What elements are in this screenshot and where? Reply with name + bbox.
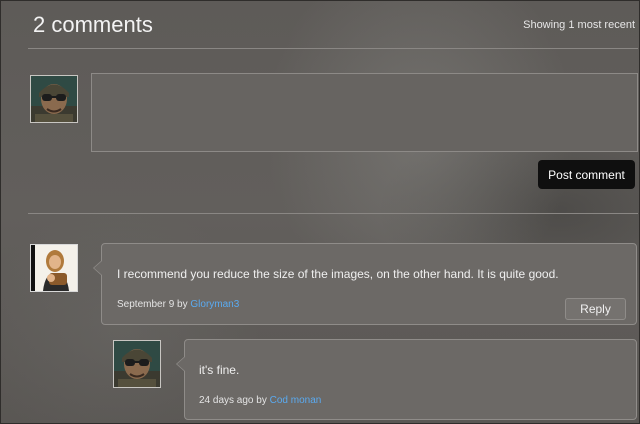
post-comment-button[interactable]: Post comment xyxy=(538,160,635,189)
soldier-with-goggles-avatar-icon xyxy=(114,341,160,387)
soldier-with-goggles-avatar-icon xyxy=(31,76,77,122)
comment-author-link[interactable]: Gloryman3 xyxy=(190,299,239,310)
header-divider xyxy=(28,48,638,49)
comment-card xyxy=(93,243,637,325)
reply-meta: 24 days ago by Cod monan xyxy=(199,395,321,406)
showing-count-label: Showing 1 most recent xyxy=(523,19,635,31)
comment-input-box[interactable] xyxy=(91,73,638,152)
comments-count-title: 2 comments xyxy=(33,12,153,37)
comment-card-pointer xyxy=(93,260,102,276)
reply-button[interactable]: Reply xyxy=(565,298,626,320)
reply-card xyxy=(176,339,637,420)
current-user-avatar xyxy=(30,75,78,123)
comment-date: September 9 xyxy=(117,299,175,310)
reply-body: it's fine. xyxy=(199,363,240,377)
woman-holding-object-avatar-icon xyxy=(31,245,77,291)
comment-body: I recommend you reduce the size of the i… xyxy=(117,267,559,281)
composer-divider xyxy=(28,213,638,214)
reply-date: 24 days ago xyxy=(199,395,254,406)
reply-card-pointer xyxy=(176,356,185,372)
reply-by-label: by xyxy=(256,395,267,406)
reply-author-link[interactable]: Cod monan xyxy=(270,395,322,406)
comment-meta: September 9 by Gloryman3 xyxy=(117,299,239,310)
comment-author-avatar xyxy=(30,244,78,292)
comment-by-label: by xyxy=(177,299,188,310)
reply-author-avatar xyxy=(113,340,161,388)
